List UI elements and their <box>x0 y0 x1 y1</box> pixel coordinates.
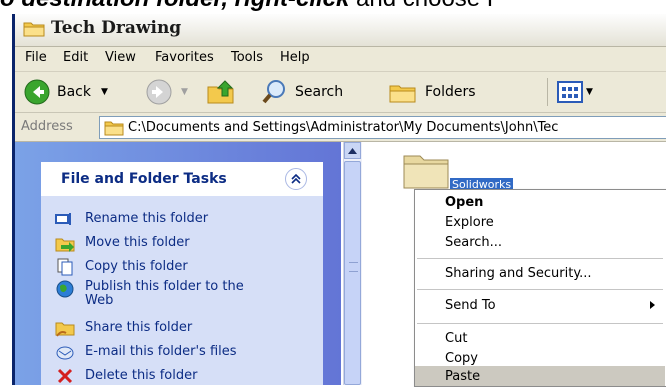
ctx-sharing-security[interactable]: Sharing and Security... <box>415 263 665 283</box>
address-field[interactable]: C:\Documents and Settings\Administrator\… <box>99 116 666 139</box>
ctx-label: Search... <box>445 234 503 250</box>
address-bar: Address C:\Documents and Settings\Admini… <box>15 113 666 142</box>
ctx-label: Cut <box>445 330 468 346</box>
forward-arrow-icon <box>146 79 172 105</box>
folder-icon <box>23 22 45 37</box>
vertical-scrollbar[interactable] <box>343 142 362 385</box>
ctx-label: Copy <box>445 350 478 366</box>
rename-icon <box>55 210 75 228</box>
chevron-up-icon <box>291 174 301 184</box>
ctx-send-to[interactable]: Send To <box>415 295 665 315</box>
task-label: Share this folder <box>85 320 193 335</box>
task-email-files[interactable]: E-mail this folder's files <box>55 341 237 363</box>
folders-label: Folders <box>425 84 476 100</box>
file-folder-tasks-panel: File and Folder Tasks Rename this folder <box>41 162 323 385</box>
task-share-folder[interactable]: Share this folder <box>55 317 192 339</box>
window-title: Tech Drawing <box>51 18 182 38</box>
task-delete-folder[interactable]: Delete this folder <box>55 365 197 387</box>
task-label: E-mail this folder's files <box>85 344 237 359</box>
ctx-label: Paste <box>445 368 481 384</box>
email-icon <box>55 343 75 361</box>
scroll-grip <box>349 262 358 272</box>
copy-icon <box>55 258 75 276</box>
back-arrow-icon <box>24 79 50 105</box>
task-label: Rename this folder <box>85 211 209 226</box>
search-icon <box>262 80 285 104</box>
task-copy-folder[interactable]: Copy this folder <box>55 256 188 278</box>
share-icon <box>55 319 75 337</box>
ctx-label: Send To <box>445 297 496 313</box>
ctx-label: Explore <box>445 214 494 230</box>
scroll-thumb[interactable] <box>344 161 361 385</box>
chevron-up-icon <box>348 147 357 154</box>
views-button[interactable]: ▼ <box>557 78 593 106</box>
task-rename-folder[interactable]: Rename this folder <box>55 208 208 230</box>
ctx-separator <box>417 323 663 324</box>
folder-icon <box>104 121 124 135</box>
chevron-right-icon <box>650 301 655 309</box>
context-menu: Open Explore Search... Sharing and Secur… <box>414 189 666 387</box>
ctx-label: Sharing and Security... <box>445 265 592 281</box>
slide-caption: o destination folder, right-click and ch… <box>0 0 666 12</box>
task-pane: File and Folder Tasks Rename this folder <box>15 142 341 385</box>
task-publish-folder[interactable]: Publish this folder to the Web <box>55 280 255 310</box>
caption-rest: and choose P <box>349 0 503 12</box>
back-button[interactable]: Back ▼ <box>23 78 108 106</box>
folders-button[interactable]: Folders <box>387 78 476 106</box>
ctx-explore[interactable]: Explore <box>415 212 665 232</box>
caption-bold: o destination folder, right-click <box>0 0 349 12</box>
menu-favorites[interactable]: Favorites <box>155 50 214 65</box>
scroll-up-button[interactable] <box>344 142 361 159</box>
address-label: Address <box>21 119 73 134</box>
up-folder-button[interactable] <box>205 78 237 106</box>
menu-help[interactable]: Help <box>280 50 310 65</box>
publish-web-icon <box>55 280 75 298</box>
collapse-button[interactable] <box>285 168 307 190</box>
search-button[interactable]: Search <box>261 78 343 106</box>
menu-view[interactable]: View <box>105 50 136 65</box>
task-label: Publish this folder to the Web <box>85 279 244 308</box>
ctx-label: Open <box>445 194 484 210</box>
task-panel-header[interactable]: File and Folder Tasks <box>41 162 323 196</box>
menu-file[interactable]: File <box>25 50 47 65</box>
toolbar-divider <box>547 78 548 106</box>
chevron-down-icon[interactable]: ▼ <box>586 87 593 97</box>
forward-button[interactable]: ▼ <box>145 78 188 106</box>
ctx-separator <box>417 289 663 290</box>
ctx-open[interactable]: Open <box>415 192 665 212</box>
chevron-down-icon: ▼ <box>181 87 188 97</box>
address-path: C:\Documents and Settings\Administrator\… <box>128 120 559 135</box>
folder-icon[interactable] <box>402 150 450 190</box>
task-move-folder[interactable]: Move this folder <box>55 232 190 254</box>
ctx-separator <box>417 258 663 259</box>
task-label: Copy this folder <box>85 259 188 274</box>
ctx-paste[interactable]: Paste <box>415 366 665 386</box>
task-label: Delete this folder <box>85 368 198 383</box>
task-panel-title: File and Folder Tasks <box>61 171 227 187</box>
task-label: Move this folder <box>85 235 190 250</box>
menu-tools[interactable]: Tools <box>231 50 263 65</box>
views-icon <box>557 81 583 103</box>
ctx-search[interactable]: Search... <box>415 232 665 252</box>
folders-icon <box>389 85 416 103</box>
chevron-down-icon[interactable]: ▼ <box>101 87 108 97</box>
title-bar: Tech Drawing <box>15 14 666 47</box>
menu-edit[interactable]: Edit <box>63 50 88 65</box>
search-label: Search <box>295 84 344 100</box>
ctx-cut[interactable]: Cut <box>415 328 665 348</box>
ctx-copy[interactable]: Copy <box>415 348 665 368</box>
delete-icon <box>55 367 75 385</box>
move-icon <box>55 234 75 252</box>
toolbar: Back ▼ ▼ Search Folders ▼ <box>15 72 666 113</box>
menu-bar: File Edit View Favorites Tools Help <box>15 47 666 72</box>
up-folder-icon <box>207 80 234 104</box>
back-label: Back <box>57 84 91 100</box>
